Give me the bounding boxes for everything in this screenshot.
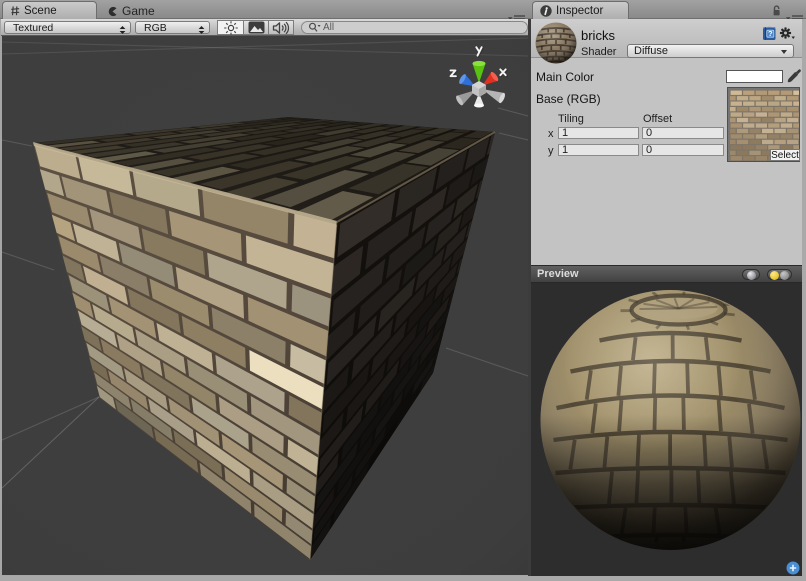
- svg-text:?: ?: [768, 29, 773, 38]
